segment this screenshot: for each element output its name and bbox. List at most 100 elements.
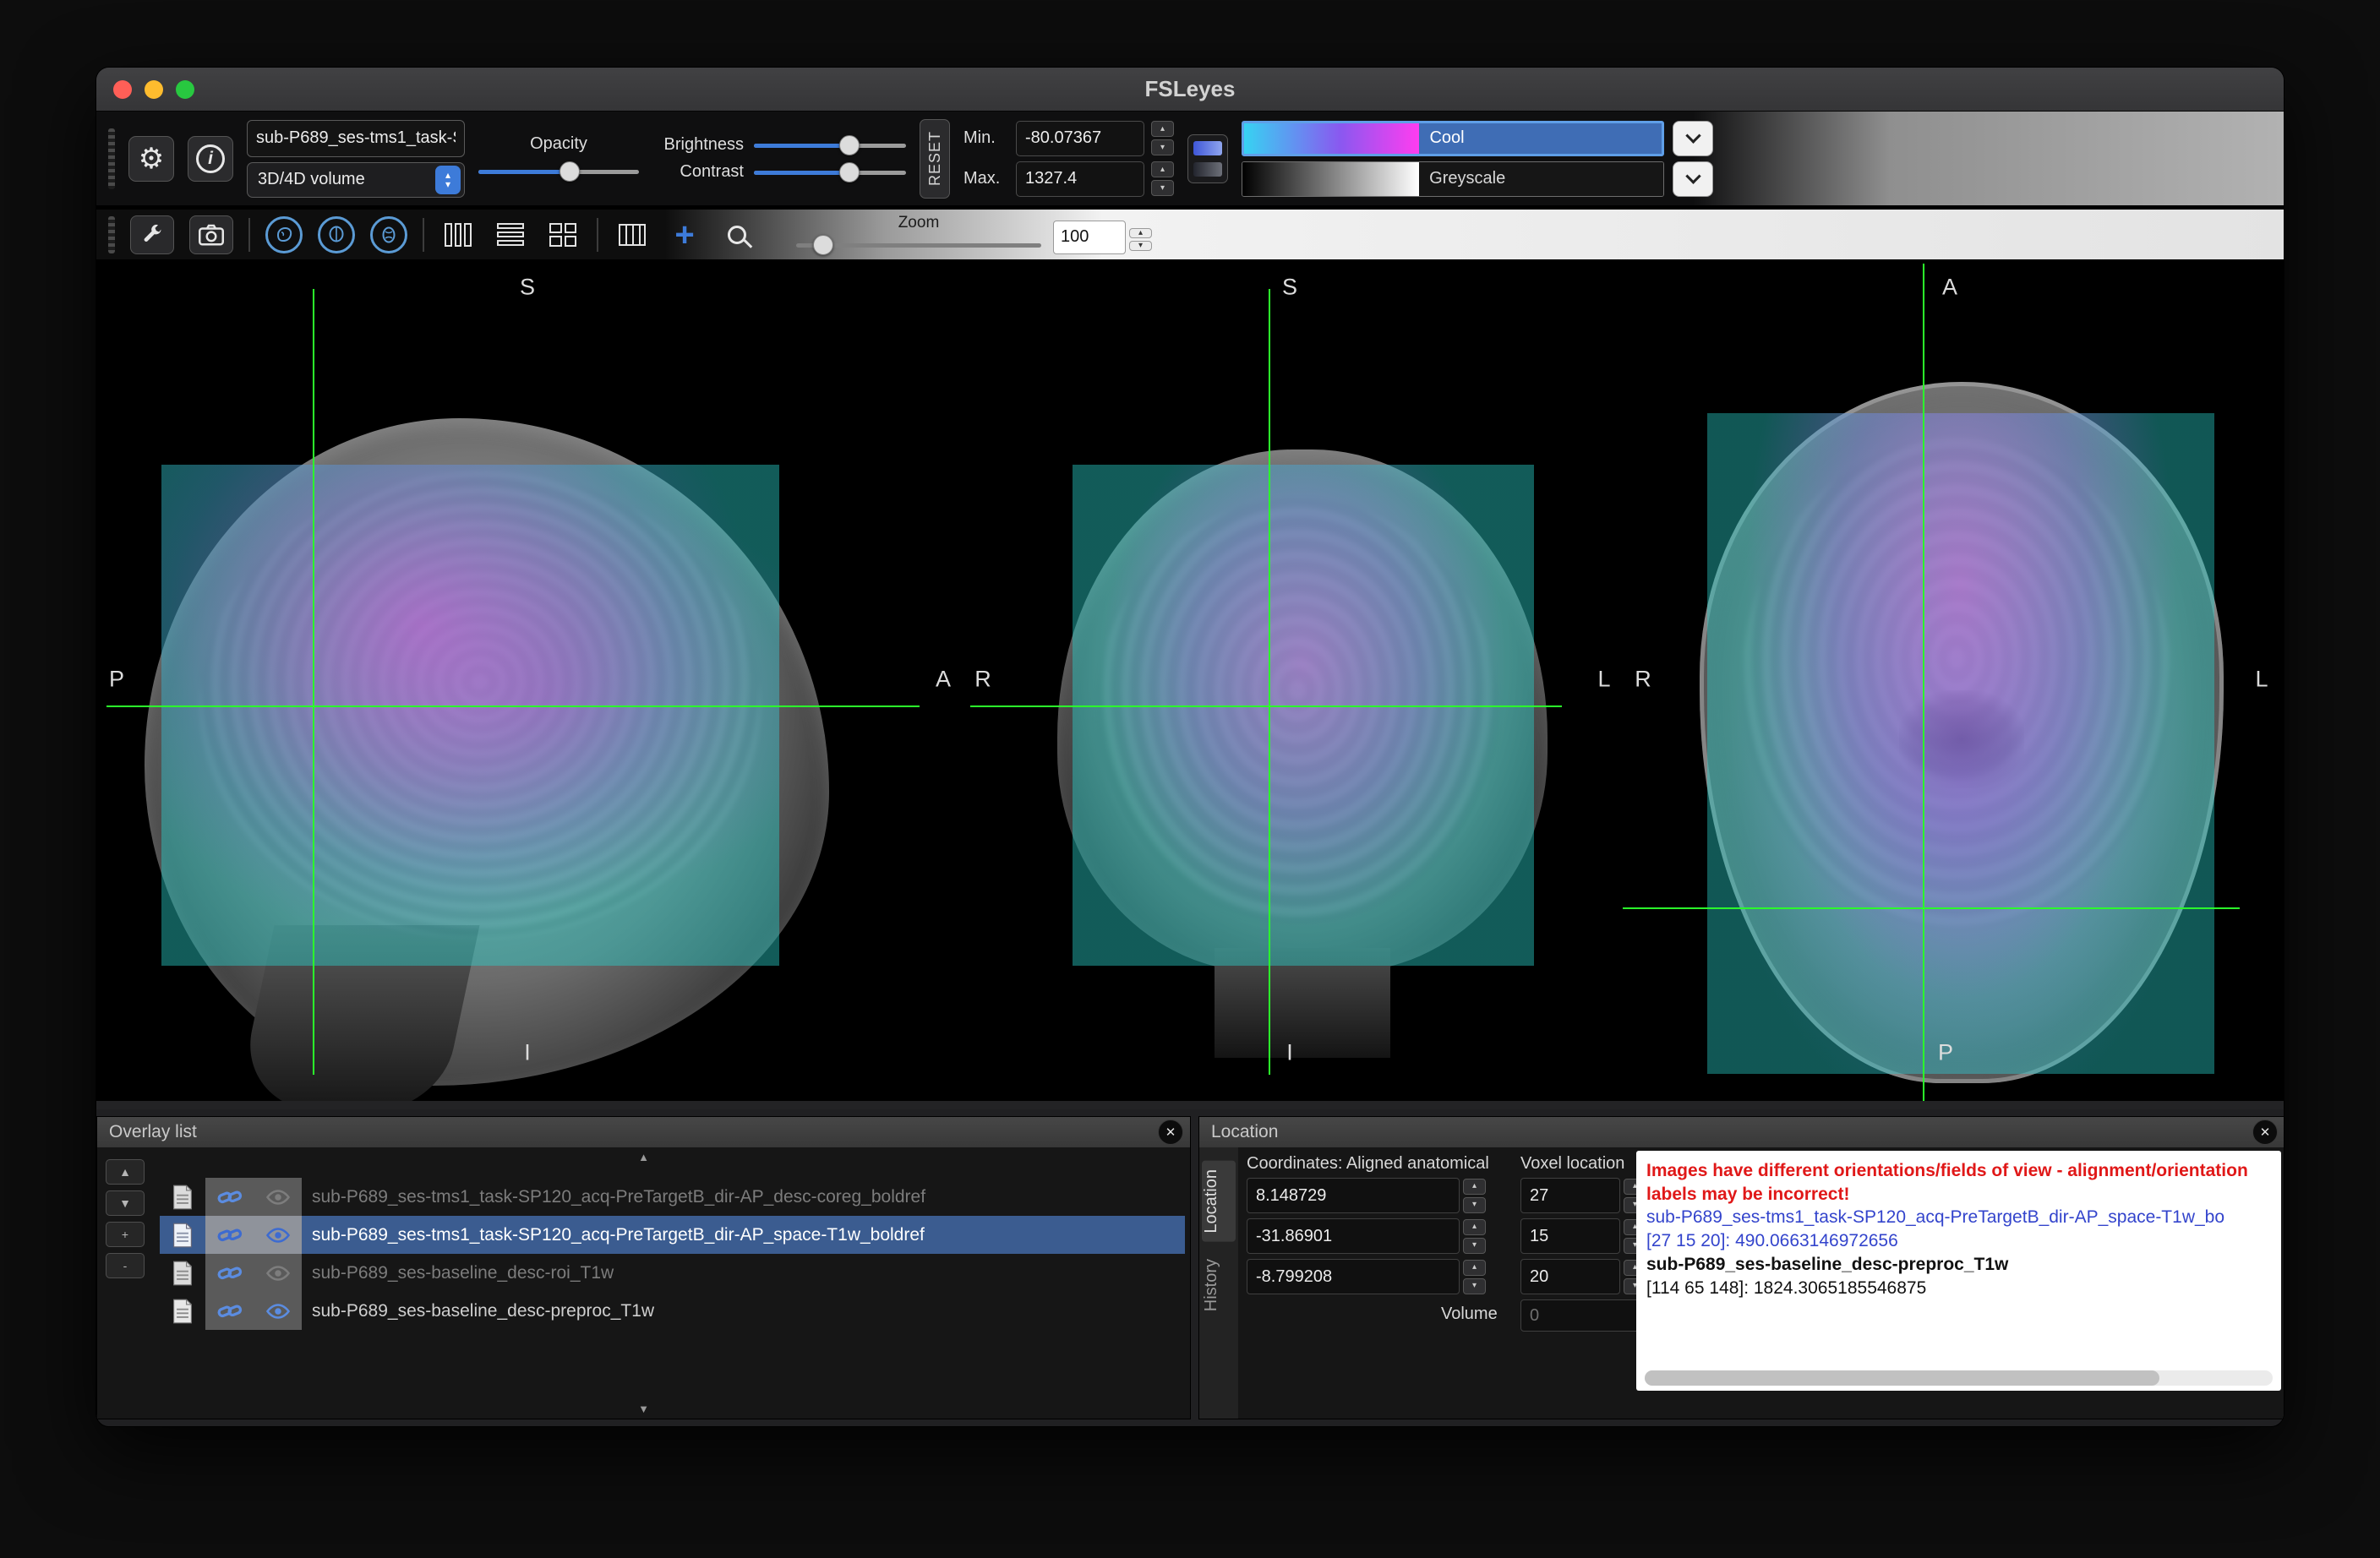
- spin-down-icon[interactable]: ▾: [1151, 139, 1174, 155]
- spinner[interactable]: ▴ ▾: [1463, 1179, 1486, 1213]
- world-z-field[interactable]: -8.799208 ▴ ▾: [1247, 1259, 1486, 1294]
- move-overlay-down-button[interactable]: ▼: [106, 1190, 145, 1216]
- zoom-slider-thumb[interactable]: [813, 235, 833, 255]
- volume-field[interactable]: 0: [1520, 1299, 1647, 1332]
- orientation-label-anterior: A: [936, 667, 951, 693]
- toggle-crosshair-button[interactable]: +: [666, 215, 703, 254]
- tab-location[interactable]: Location: [1202, 1161, 1236, 1242]
- overlay-list-item[interactable]: sub-P689_ses-tms1_task-SP120_acq-PreTarg…: [160, 1216, 1185, 1254]
- spin-up-icon[interactable]: ▴: [1129, 228, 1152, 238]
- max-value-field[interactable]: 1327.4: [1016, 161, 1144, 197]
- layout-rows-button[interactable]: [492, 215, 529, 254]
- spinner[interactable]: ▴ ▾: [1463, 1260, 1486, 1294]
- overlay-info-button[interactable]: i: [188, 136, 233, 182]
- overlay-source-button[interactable]: [160, 1216, 205, 1254]
- overlay-visibility-button[interactable]: [254, 1178, 302, 1216]
- min-value-field[interactable]: -80.07367: [1016, 121, 1144, 156]
- overlay-source-button[interactable]: [160, 1292, 205, 1330]
- orientation-label-left: L: [2255, 667, 2268, 693]
- zoom-spinner[interactable]: ▴ ▾: [1129, 228, 1148, 247]
- overlay-list-item[interactable]: sub-P689_ses-baseline_desc-roi_T1w: [160, 1254, 1185, 1292]
- toggle-sagittal-canvas-button[interactable]: [265, 216, 303, 253]
- coordinates-label: Coordinates: Aligned anatomical: [1247, 1154, 1489, 1174]
- overlay-link-button[interactable]: [205, 1178, 254, 1216]
- opacity-slider[interactable]: [478, 161, 639, 182]
- overlay-visibility-button[interactable]: [254, 1292, 302, 1330]
- spin-down-icon[interactable]: ▾: [1463, 1238, 1486, 1254]
- layout-columns-button[interactable]: [439, 215, 477, 254]
- display-settings-button[interactable]: ⚙: [128, 136, 174, 182]
- brightness-slider-thumb[interactable]: [839, 135, 860, 155]
- spin-up-icon[interactable]: ▴: [1463, 1179, 1486, 1195]
- scroll-down-icon[interactable]: ▼: [638, 1403, 649, 1415]
- coronal-crosshair-horizontal: [970, 705, 1562, 707]
- scroll-up-icon[interactable]: ▲: [638, 1151, 649, 1163]
- toggle-axial-canvas-button[interactable]: [370, 216, 407, 253]
- toggle-coronal-canvas-button[interactable]: [318, 216, 355, 253]
- horizontal-scrollbar[interactable]: [1645, 1370, 2273, 1386]
- view-settings-button[interactable]: [130, 215, 174, 254]
- spin-up-icon[interactable]: ▴: [1463, 1260, 1486, 1276]
- min-spinner[interactable]: ▴ ▾: [1151, 121, 1174, 155]
- max-spinner[interactable]: ▴ ▾: [1151, 161, 1174, 196]
- overlay-source-button[interactable]: [160, 1178, 205, 1216]
- spin-down-icon[interactable]: ▾: [1463, 1278, 1486, 1294]
- overlay-visibility-button[interactable]: [254, 1254, 302, 1292]
- minimize-window-button[interactable]: [145, 80, 163, 99]
- move-overlay-up-button[interactable]: ▲: [106, 1159, 145, 1185]
- spin-up-icon[interactable]: ▴: [1463, 1219, 1486, 1235]
- brightness-slider[interactable]: [754, 134, 906, 156]
- overlay-visibility-button[interactable]: [254, 1216, 302, 1254]
- colormap-dropdown-button[interactable]: [1673, 121, 1713, 156]
- dropdown-stepper-icon[interactable]: ▴ ▾: [435, 166, 461, 194]
- overlay-source-button[interactable]: [160, 1254, 205, 1292]
- spinner[interactable]: ▴ ▾: [1463, 1219, 1486, 1254]
- contrast-slider-thumb[interactable]: [839, 162, 860, 182]
- overlay-type-dropdown[interactable]: 3D/4D volume ▴ ▾: [247, 162, 465, 198]
- colour-bar-widget[interactable]: [1187, 134, 1228, 183]
- overlay-list-item[interactable]: sub-P689_ses-tms1_task-SP120_acq-PreTarg…: [160, 1178, 1185, 1216]
- close-window-button[interactable]: [113, 80, 132, 99]
- toolbar-grip[interactable]: [108, 216, 115, 253]
- ortho-canvas[interactable]: S P A I S R L I: [96, 264, 2284, 1101]
- colormap-select-cool[interactable]: Cool: [1242, 121, 1664, 156]
- eye-icon: [265, 1185, 291, 1210]
- voxel-z-field[interactable]: 20 ▴ ▾: [1520, 1259, 1646, 1294]
- spin-down-icon[interactable]: ▾: [1151, 180, 1174, 196]
- layout-grid-button[interactable]: [544, 215, 581, 254]
- spin-down-icon[interactable]: ▾: [1463, 1197, 1486, 1213]
- voxel-y-field[interactable]: 15 ▴ ▾: [1520, 1218, 1646, 1254]
- close-icon[interactable]: ✕: [2252, 1119, 2278, 1145]
- opacity-slider-thumb[interactable]: [560, 161, 580, 182]
- world-y-field[interactable]: -31.86901 ▴ ▾: [1247, 1218, 1486, 1254]
- close-icon[interactable]: ✕: [1158, 1119, 1183, 1145]
- colormap-select-greyscale[interactable]: Greyscale: [1242, 161, 1664, 197]
- spin-up-icon[interactable]: ▴: [1151, 121, 1174, 137]
- add-overlay-button[interactable]: +: [106, 1222, 145, 1247]
- overlay-order-controls: ▲ ▼ + -: [106, 1159, 145, 1278]
- desktop: FSLeyes ⚙ i 3D/4D volume ▴ ▾: [0, 0, 2380, 1558]
- zoom-tool-button[interactable]: [718, 215, 756, 254]
- reset-button[interactable]: RESET: [920, 119, 950, 199]
- volume-label: Volume: [1441, 1305, 1498, 1324]
- spin-up-icon[interactable]: ▴: [1151, 161, 1174, 177]
- spin-down-icon[interactable]: ▾: [1129, 241, 1152, 251]
- tab-history[interactable]: History: [1202, 1250, 1236, 1320]
- zoom-value-field[interactable]: 100: [1053, 221, 1126, 254]
- zoom-slider[interactable]: [796, 234, 1041, 256]
- scrollbar-thumb[interactable]: [1645, 1370, 2159, 1386]
- overlay-link-button[interactable]: [205, 1254, 254, 1292]
- toolbar-grip[interactable]: [108, 128, 115, 189]
- colormap-dropdown-button[interactable]: [1673, 161, 1713, 197]
- screenshot-button[interactable]: [189, 215, 233, 254]
- overlay-link-button[interactable]: [205, 1216, 254, 1254]
- voxel-x-field[interactable]: 27 ▴ ▾: [1520, 1178, 1646, 1213]
- world-x-field[interactable]: 8.148729 ▴ ▾: [1247, 1178, 1486, 1213]
- overlay-name-input[interactable]: [247, 120, 465, 157]
- overlay-list-item[interactable]: sub-P689_ses-baseline_desc-preproc_T1w: [160, 1292, 1185, 1330]
- remove-overlay-button[interactable]: -: [106, 1253, 145, 1278]
- contrast-slider[interactable]: [754, 161, 906, 183]
- lightbox-mode-button[interactable]: [614, 215, 651, 254]
- fullscreen-window-button[interactable]: [176, 80, 194, 99]
- overlay-link-button[interactable]: [205, 1292, 254, 1330]
